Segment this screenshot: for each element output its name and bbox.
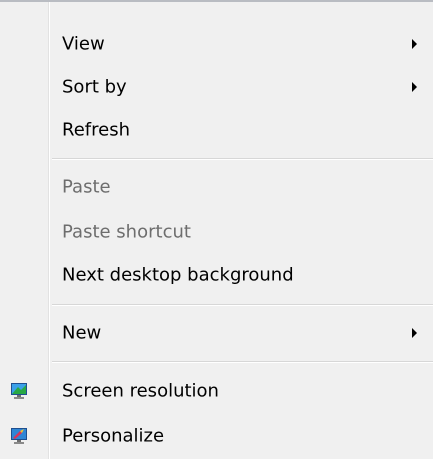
menu-item-label: Sort by bbox=[62, 76, 127, 98]
menu-item-paste: Paste bbox=[0, 166, 433, 208]
menu-item-paste-shortcut: Paste shortcut bbox=[0, 211, 433, 253]
submenu-arrow-icon bbox=[412, 39, 417, 49]
personalize-icon bbox=[9, 426, 29, 446]
menu-item-label: View bbox=[62, 33, 105, 55]
menu-item-screen-resolution[interactable]: Screen resolution bbox=[0, 370, 433, 412]
menu-item-label: Refresh bbox=[62, 119, 130, 141]
menu-item-sort-by[interactable]: Sort by bbox=[0, 66, 433, 108]
monitor-icon bbox=[9, 381, 29, 401]
submenu-arrow-icon bbox=[412, 328, 417, 338]
menu-item-label: Screen resolution bbox=[62, 380, 219, 402]
menu-item-view[interactable]: View bbox=[0, 23, 433, 65]
menu-item-refresh[interactable]: Refresh bbox=[0, 109, 433, 151]
menu-separator bbox=[52, 361, 433, 363]
menu-item-label: Paste shortcut bbox=[62, 221, 191, 243]
menu-separator bbox=[52, 158, 433, 160]
menu-item-label: Paste bbox=[62, 176, 111, 198]
menu-item-label: Next desktop background bbox=[62, 264, 294, 286]
desktop-context-menu: View Sort by Refresh Paste Paste shortcu… bbox=[0, 0, 433, 459]
menu-item-next-desktop-background[interactable]: Next desktop background bbox=[0, 254, 433, 296]
menu-item-new[interactable]: New bbox=[0, 312, 433, 354]
menu-item-label: Personalize bbox=[62, 425, 165, 447]
menu-item-personalize[interactable]: Personalize bbox=[0, 415, 433, 457]
menu-separator bbox=[52, 304, 433, 306]
submenu-arrow-icon bbox=[412, 82, 417, 92]
menu-item-label: New bbox=[62, 322, 102, 344]
